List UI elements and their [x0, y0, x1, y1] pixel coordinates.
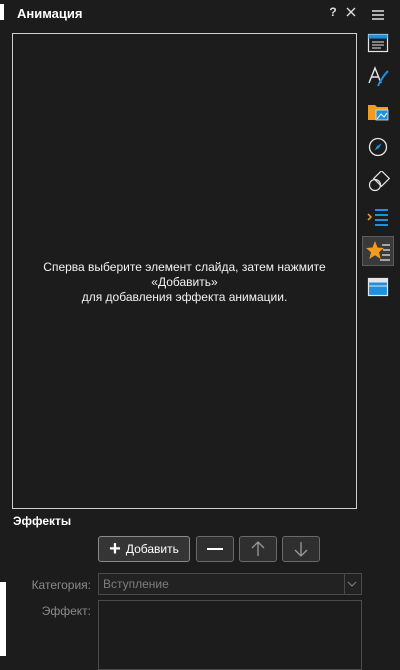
category-value: Вступление: [103, 577, 169, 591]
arrow-up-icon: [251, 541, 265, 556]
sidebar-item-shapes[interactable]: [362, 167, 394, 197]
sidebar-item-slide-transition[interactable]: [362, 202, 394, 232]
effect-list[interactable]: [98, 600, 362, 670]
arrow-down-icon: [294, 542, 308, 557]
sidebar-item-properties[interactable]: [362, 28, 394, 58]
sidebar-item-animation[interactable]: [362, 236, 394, 266]
animation-icon: [366, 241, 390, 261]
help-button[interactable]: ?: [327, 5, 339, 19]
animation-list[interactable]: Сперва выберите элемент слайда, затем на…: [12, 33, 357, 509]
hint-line-2: для добавления эффекта анимации.: [81, 290, 288, 304]
slide-transition-icon: [367, 209, 388, 226]
gallery-icon: [368, 105, 389, 121]
add-button-label: Добавить: [125, 542, 179, 556]
properties-icon: [367, 33, 389, 53]
category-label: Категория:: [31, 578, 91, 592]
hint-line-1: Сперва выберите элемент слайда, затем на…: [43, 260, 326, 289]
menu-icon: [372, 10, 384, 20]
sidebar-item-master-slides[interactable]: [362, 272, 394, 302]
chevron-down-icon: [344, 574, 359, 594]
window-edge-notch: [0, 582, 6, 656]
effects-section-label: Эффекты: [13, 514, 72, 528]
sidebar-item-navigator[interactable]: [362, 132, 394, 162]
effect-label: Эффект:: [41, 604, 91, 618]
sidebar-item-gallery[interactable]: [362, 97, 394, 127]
sidebar-deck: [362, 0, 400, 665]
close-button[interactable]: [344, 5, 358, 19]
category-select[interactable]: Вступление: [98, 573, 362, 595]
navigator-icon: [368, 137, 388, 157]
master-slides-icon: [367, 277, 389, 297]
plus-icon: +: [109, 538, 121, 560]
shapes-icon: [368, 171, 390, 192]
panel-title: Анимация: [17, 6, 83, 21]
close-icon: [346, 7, 356, 17]
sidebar-menu-button[interactable]: [362, 0, 394, 30]
sidebar-item-styles[interactable]: [362, 62, 394, 92]
panel-title-bar: Анимация ?: [0, 0, 362, 26]
add-effect-button[interactable]: + Добавить: [98, 536, 190, 562]
remove-effect-button[interactable]: [196, 536, 234, 562]
styles-icon: [368, 66, 389, 87]
move-up-button[interactable]: [239, 536, 277, 562]
empty-hint: Сперва выберите элемент слайда, затем на…: [13, 260, 356, 305]
minus-icon: [207, 548, 223, 550]
move-down-button[interactable]: [282, 536, 320, 562]
